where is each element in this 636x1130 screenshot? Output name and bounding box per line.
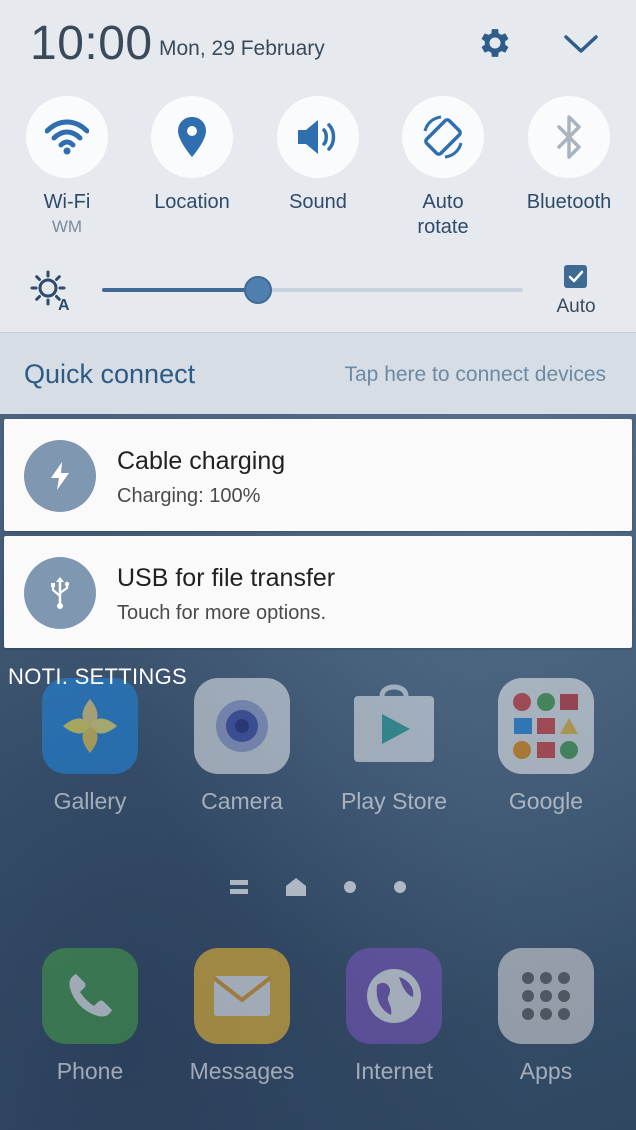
brightness-slider-thumb[interactable] xyxy=(243,276,272,304)
notification-cable-charging[interactable]: Cable charging Charging: 100% xyxy=(4,419,632,531)
auto-rotate-toggle-button[interactable] xyxy=(402,96,484,178)
notification-settings-button[interactable]: NOTI. SETTINGS xyxy=(8,664,187,690)
gear-icon[interactable] xyxy=(476,24,514,62)
bluetooth-toggle-button[interactable] xyxy=(528,96,610,178)
toggle-auto-rotate[interactable]: Auto rotate xyxy=(380,96,506,240)
notification-title: USB for file transfer xyxy=(117,564,336,592)
speaker-icon xyxy=(298,120,336,154)
svg-text:A: A xyxy=(58,297,70,310)
quick-settings-panel: 10:00 Mon, 29 February Wi-Fi WM Location… xyxy=(0,0,636,332)
lightning-bolt-icon xyxy=(51,462,69,490)
toggle-label: Wi-Fi xyxy=(43,191,91,213)
toggle-sound[interactable]: Sound xyxy=(255,96,381,215)
toggle-label-line1: Auto xyxy=(422,191,464,213)
date: Mon, 29 February xyxy=(159,37,325,60)
clock: 10:00 xyxy=(30,17,153,70)
checkmark-icon xyxy=(568,270,583,282)
app-messages[interactable]: Messages xyxy=(182,948,302,1085)
play-store-icon xyxy=(346,678,442,774)
wifi-toggle-button[interactable] xyxy=(26,96,108,178)
quick-connect-title: Quick connect xyxy=(24,359,196,389)
quick-connect-hint: Tap here to connect devices xyxy=(344,363,607,386)
toggle-label-line2: rotate xyxy=(417,216,469,238)
app-label: Gallery xyxy=(53,788,127,814)
app-phone[interactable]: Phone xyxy=(30,948,150,1085)
chevron-down-icon[interactable] xyxy=(563,30,599,58)
location-toggle-button[interactable] xyxy=(151,96,233,178)
toggle-wifi[interactable]: Wi-Fi WM xyxy=(4,96,130,237)
gallery-icon xyxy=(42,678,138,774)
app-label: Internet xyxy=(355,1058,433,1084)
home-page-indicator xyxy=(0,877,636,897)
notification-title: Cable charging xyxy=(117,447,286,475)
app-gallery[interactable]: Gallery xyxy=(30,678,150,815)
page-dot xyxy=(344,881,356,893)
toggle-bluetooth[interactable]: Bluetooth xyxy=(506,96,632,215)
menu-lines-icon xyxy=(230,880,248,894)
auto-brightness-label: Auto xyxy=(556,296,596,317)
app-google-folder[interactable]: Google xyxy=(486,678,606,815)
usb-icon xyxy=(51,577,70,609)
notification-usb-file-transfer[interactable]: USB for file transfer Touch for more opt… xyxy=(4,536,632,648)
auto-brightness-checkbox[interactable] xyxy=(564,265,587,288)
toggle-label: Bluetooth xyxy=(526,191,612,213)
sound-toggle-button[interactable] xyxy=(277,96,359,178)
app-label: Google xyxy=(508,788,584,814)
phone-icon xyxy=(42,948,138,1044)
location-pin-icon xyxy=(178,117,206,157)
app-label: Phone xyxy=(56,1058,124,1084)
notification-icon-circle xyxy=(24,440,96,512)
app-label: Apps xyxy=(519,1058,573,1084)
notification-body: Charging: 100% xyxy=(117,485,261,507)
app-camera[interactable]: Camera xyxy=(182,678,302,815)
brightness-slider-fill xyxy=(102,288,258,292)
brightness-slider[interactable] xyxy=(102,276,523,304)
app-label: Camera xyxy=(201,788,283,814)
app-play-store[interactable]: Play Store xyxy=(334,678,454,815)
quick-toggles: Wi-Fi WM Location Sound Auto rotate Blue… xyxy=(0,96,636,246)
apps-grid-icon xyxy=(498,948,594,1044)
envelope-icon xyxy=(194,948,290,1044)
quick-connect-bar[interactable]: Quick connect Tap here to connect device… xyxy=(0,332,636,414)
toggle-label: Sound xyxy=(289,191,347,213)
brightness-auto-icon: A xyxy=(30,270,70,310)
app-label: Messages xyxy=(189,1058,295,1084)
auto-rotate-icon xyxy=(423,115,463,159)
bluetooth-icon xyxy=(557,115,581,159)
wifi-icon xyxy=(45,119,89,155)
notification-icon-circle xyxy=(24,557,96,629)
app-label: Play Store xyxy=(340,788,448,814)
google-folder-icon xyxy=(498,678,594,774)
globe-icon xyxy=(346,948,442,1044)
toggle-sublabel: WM xyxy=(51,217,83,236)
page-dot xyxy=(394,881,406,893)
toggle-location[interactable]: Location xyxy=(129,96,255,215)
camera-icon xyxy=(194,678,290,774)
toggle-label: Location xyxy=(154,191,230,213)
notification-body: Touch for more options. xyxy=(117,602,326,624)
app-apps-drawer[interactable]: Apps xyxy=(486,948,606,1085)
home-page-icon xyxy=(286,878,306,896)
app-internet[interactable]: Internet xyxy=(334,948,454,1085)
